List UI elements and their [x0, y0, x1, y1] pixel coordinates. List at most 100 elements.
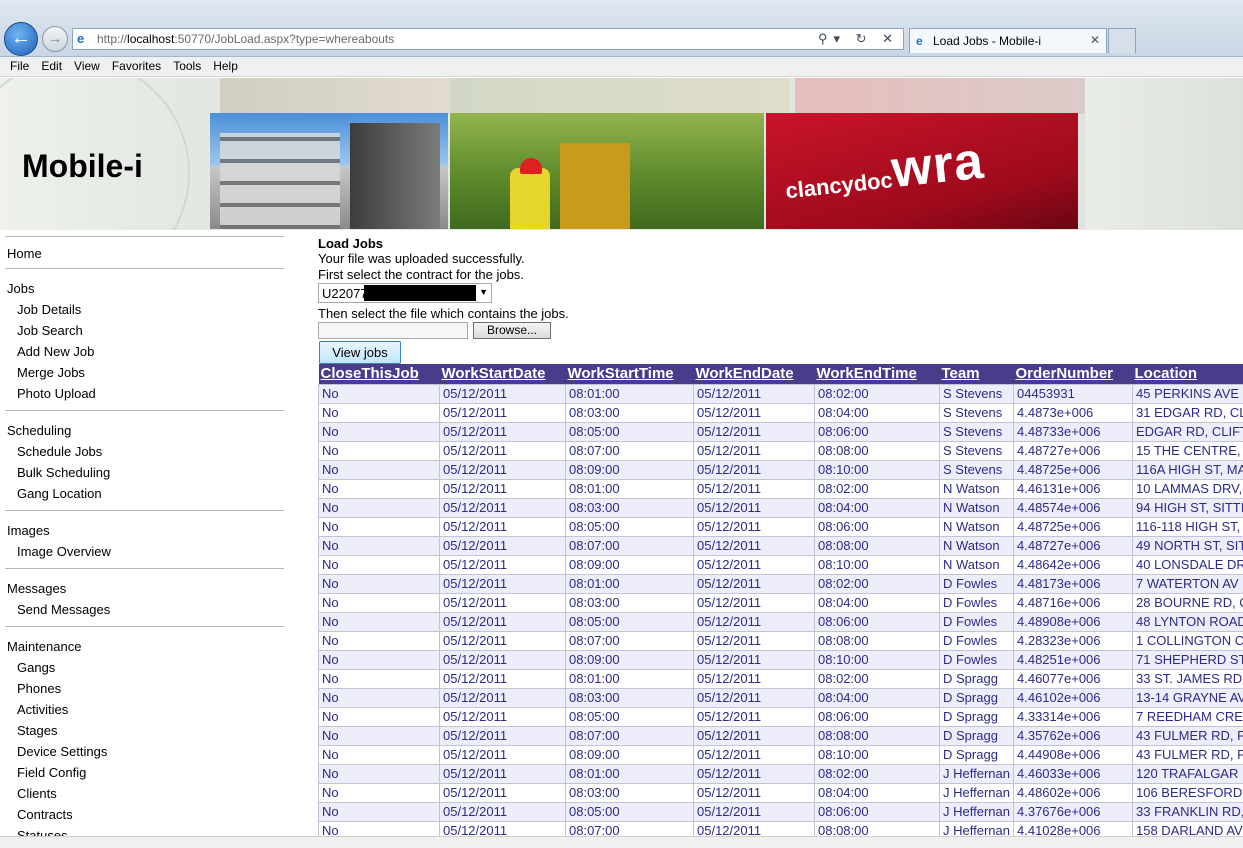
sidebar-item-activities[interactable]: Activities: [17, 702, 68, 717]
browse-button[interactable]: Browse...: [473, 322, 551, 339]
table-cell-location: 43 FULMER RD, F: [1132, 744, 1243, 765]
table-cell-workenddate: 05/12/2011: [693, 820, 815, 836]
sidebar-item-phones[interactable]: Phones: [17, 681, 61, 696]
menu-edit[interactable]: Edit: [31, 57, 62, 73]
sidebar-item-clients[interactable]: Clients: [17, 786, 57, 801]
table-cell-workstartdate: 05/12/2011: [439, 459, 566, 480]
table-cell-workstartdate: 05/12/2011: [439, 801, 566, 822]
ie-page-icon: e: [77, 31, 85, 46]
menu-file[interactable]: File: [0, 57, 29, 73]
table-cell-location: 33 ST. JAMES RD: [1132, 668, 1243, 689]
address-bar[interactable]: e http://localhost:50770/JobLoad.aspx?ty…: [72, 28, 904, 50]
table-cell-ordernumber: 4.48602e+006: [1013, 782, 1133, 803]
sidebar-item-statuses[interactable]: Statuses: [17, 828, 68, 836]
sidebar-item-job-search[interactable]: Job Search: [17, 323, 83, 338]
sidebar-item-gangs[interactable]: Gangs: [17, 660, 55, 675]
view-jobs-button[interactable]: View jobs: [319, 341, 401, 364]
table-cell-workenddate: 05/12/2011: [693, 421, 815, 442]
sidebar-item-job-details[interactable]: Job Details: [17, 302, 81, 317]
table-cell-workstarttime: 08:03:00: [565, 782, 694, 803]
address-url: http://localhost:50770/JobLoad.aspx?type…: [97, 32, 395, 46]
table-cell-workstarttime: 08:09:00: [565, 649, 694, 670]
table-cell-closethisjob: No: [318, 459, 440, 480]
sidebar-item-stages[interactable]: Stages: [17, 723, 57, 738]
table-row: No 05/12/2011 08:09:00 05/12/2011 08:10:00 S …: [318, 459, 1243, 480]
table-cell-ordernumber: 4.46033e+006: [1013, 763, 1133, 784]
sidebar-item-merge-jobs[interactable]: Merge Jobs: [17, 365, 85, 380]
sidebar-item-add-new-job[interactable]: Add New Job: [17, 344, 94, 359]
table-cell-closethisjob: No: [318, 535, 440, 556]
dropdown-arrow-icon[interactable]: ▼: [479, 287, 488, 297]
table-cell-workendtime: 08:02:00: [814, 573, 940, 594]
column-header-workstartdate[interactable]: WorkStartDate: [439, 364, 566, 384]
table-cell-workenddate: 05/12/2011: [693, 706, 815, 727]
table-cell-ordernumber: 4.48727e+006: [1013, 440, 1133, 461]
contract-select[interactable]: U22077 ▼: [318, 283, 492, 303]
table-cell-location: 13-14 GRAYNE AV: [1132, 687, 1243, 708]
table-cell-ordernumber: 4.48173e+006: [1013, 573, 1133, 594]
table-row: No 05/12/2011 08:05:00 05/12/2011 08:06:00 J …: [318, 801, 1243, 822]
table-row: No 05/12/2011 08:03:00 05/12/2011 08:04:00 D …: [318, 592, 1243, 613]
menu-view[interactable]: View: [64, 57, 100, 73]
column-header-team[interactable]: Team: [939, 364, 1014, 384]
column-header-location[interactable]: Location: [1132, 364, 1243, 384]
sidebar-section-messages: Messages: [7, 581, 67, 596]
table-cell-workenddate: 05/12/2011: [693, 687, 815, 708]
jobs-grid: CloseThisJob WorkStartDate WorkStartTime Wo…: [318, 364, 1243, 836]
table-cell-closethisjob: No: [318, 744, 440, 765]
column-header-workenddate[interactable]: WorkEndDate: [693, 364, 815, 384]
table-cell-location: 158 DARLAND AV: [1132, 820, 1243, 836]
menu-help[interactable]: Help: [203, 57, 238, 73]
column-header-workendtime[interactable]: WorkEndTime: [814, 364, 940, 384]
table-cell-closethisjob: No: [318, 820, 440, 836]
address-tools-icons[interactable]: ⚲▾ ↻ ✕: [818, 31, 899, 47]
sidebar-nav: Home Jobs Job Details Job Search Add New…: [0, 236, 290, 836]
sidebar-item-photo-upload[interactable]: Photo Upload: [17, 386, 96, 401]
browser-tab-active[interactable]: e Load Jobs - Mobile-i ✕: [909, 28, 1107, 53]
table-row: No 05/12/2011 08:03:00 05/12/2011 08:04:00 J …: [318, 782, 1243, 803]
sidebar-item-home[interactable]: Home: [7, 246, 42, 261]
sidebar-item-bulk-scheduling[interactable]: Bulk Scheduling: [17, 465, 110, 480]
table-cell-workstartdate: 05/12/2011: [439, 535, 566, 556]
sidebar-item-image-overview[interactable]: Image Overview: [17, 544, 111, 559]
sidebar-divider: [5, 510, 284, 511]
table-cell-location: 106 BERESFORD: [1132, 782, 1243, 803]
tab-close-icon[interactable]: ✕: [1090, 33, 1100, 47]
table-cell-workstartdate: 05/12/2011: [439, 820, 566, 836]
sidebar-item-contracts[interactable]: Contracts: [17, 807, 73, 822]
table-cell-workenddate: 05/12/2011: [693, 782, 815, 803]
table-header-row: CloseThisJob WorkStartDate WorkStartTime Wo…: [318, 364, 1243, 384]
column-header-ordernumber[interactable]: OrderNumber: [1013, 364, 1133, 384]
column-header-closethisjob[interactable]: CloseThisJob: [318, 364, 440, 384]
table-row: No 05/12/2011 08:09:00 05/12/2011 08:10:00 D …: [318, 649, 1243, 670]
table-cell-team: D Fowles: [939, 649, 1014, 670]
table-cell-ordernumber: 4.46077e+006: [1013, 668, 1133, 689]
table-cell-team: N Watson: [939, 497, 1014, 518]
table-row: No 05/12/2011 08:05:00 05/12/2011 08:06:00 S …: [318, 421, 1243, 442]
sidebar-item-send-messages[interactable]: Send Messages: [17, 602, 110, 617]
upload-success-message: Your file was uploaded successfully.: [318, 251, 525, 266]
sidebar-item-schedule-jobs[interactable]: Schedule Jobs: [17, 444, 102, 459]
menu-tools[interactable]: Tools: [163, 57, 201, 73]
table-cell-workenddate: 05/12/2011: [693, 592, 815, 613]
table-cell-workstartdate: 05/12/2011: [439, 687, 566, 708]
table-cell-workendtime: 08:06:00: [814, 421, 940, 442]
table-cell-team: D Spragg: [939, 744, 1014, 765]
menu-favorites[interactable]: Favorites: [102, 57, 161, 73]
table-cell-ordernumber: 4.44908e+006: [1013, 744, 1133, 765]
new-tab-button[interactable]: [1108, 28, 1136, 53]
column-header-workstarttime[interactable]: WorkStartTime: [565, 364, 694, 384]
file-path-input[interactable]: [318, 322, 468, 339]
forward-arrow-icon[interactable]: →: [42, 26, 68, 52]
sidebar-divider: [5, 568, 284, 569]
table-cell-workenddate: 05/12/2011: [693, 402, 815, 423]
table-cell-workstartdate: 05/12/2011: [439, 516, 566, 537]
table-cell-location: 7 WATERTON AV: [1132, 573, 1243, 594]
table-cell-ordernumber: 4.48251e+006: [1013, 649, 1133, 670]
sidebar-item-field-config[interactable]: Field Config: [17, 765, 86, 780]
table-cell-workstartdate: 05/12/2011: [439, 782, 566, 803]
table-cell-workstartdate: 05/12/2011: [439, 421, 566, 442]
back-arrow-icon[interactable]: ←: [4, 22, 38, 56]
sidebar-item-gang-location[interactable]: Gang Location: [17, 486, 102, 501]
sidebar-item-device-settings[interactable]: Device Settings: [17, 744, 107, 759]
